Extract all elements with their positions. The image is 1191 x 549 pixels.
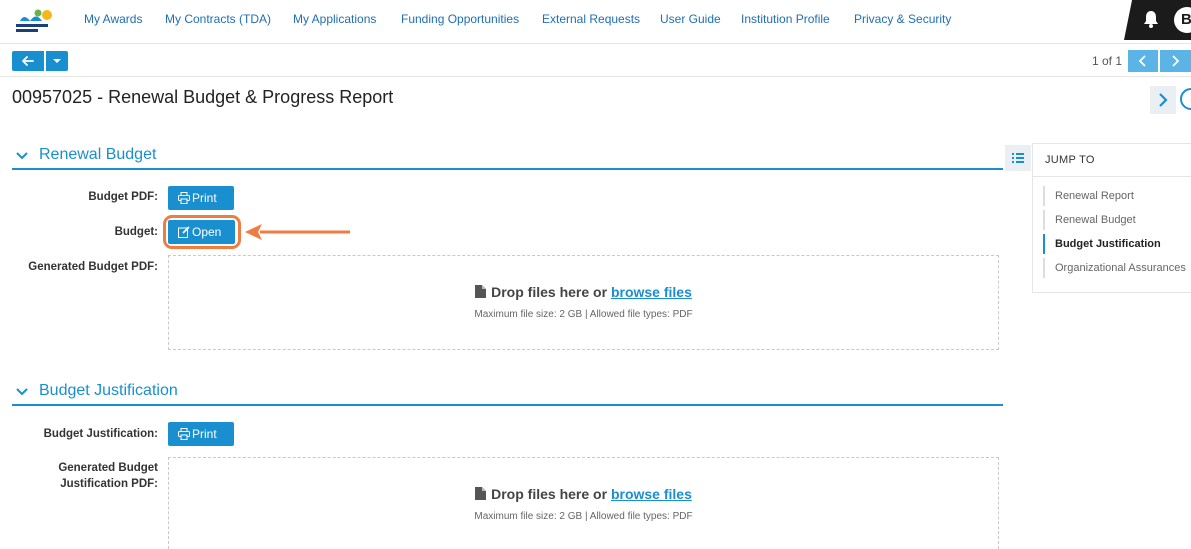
nav-funding-opportunities[interactable]: Funding Opportunities (401, 12, 519, 26)
chevron-left-icon (1138, 55, 1146, 67)
print-label: Print (192, 427, 217, 441)
back-dropdown-button[interactable] (46, 51, 68, 71)
annotation-arrow-icon (245, 224, 350, 240)
section-header-renewal-budget[interactable]: Renewal Budget (12, 142, 1003, 170)
drop-text: Drop files here or (491, 284, 611, 300)
nav-user-guide[interactable]: User Guide (660, 12, 721, 26)
jump-indicator (1043, 186, 1045, 206)
nav-external-requests[interactable]: External Requests (542, 12, 640, 26)
next-record-button[interactable] (1160, 50, 1191, 72)
justification-pdf-dropzone[interactable]: Drop files here or browse files Maximum … (168, 457, 999, 549)
previous-record-button[interactable] (1128, 50, 1158, 72)
generated-budget-pdf-label: Generated Budget PDF: (28, 261, 158, 273)
budget-pdf-dropzone[interactable]: Drop files here or browse files Maximum … (168, 255, 999, 350)
section-title: Budget Justification (39, 382, 178, 399)
print-budget-button[interactable]: Print (168, 186, 234, 210)
top-navigation: My Awards My Contracts (TDA) My Applicat… (0, 0, 1191, 42)
generated-justification-label-line1: Generated Budget (58, 462, 158, 474)
dropzone-text: Drop files here or browse files (169, 486, 998, 502)
page-title: 00957025 - Renewal Budget & Progress Rep… (12, 87, 394, 107)
chevron-down-icon (16, 152, 28, 160)
record-toolbar: 1 of 1 (0, 43, 1191, 77)
bell-icon[interactable] (1143, 10, 1159, 28)
browse-files-link[interactable]: browse files (611, 284, 692, 300)
budget-label: Budget: (114, 226, 158, 238)
jump-indicator (1043, 258, 1045, 278)
jump-item-budget-justification[interactable]: Budget Justification (1055, 238, 1161, 250)
jump-indicator (1043, 210, 1045, 230)
chevron-down-icon (16, 388, 28, 396)
highlight-outline (163, 215, 241, 249)
jump-to-title: JUMP TO (1045, 154, 1095, 166)
jump-to-panel: JUMP TO Renewal Report Renewal Budget Bu… (1032, 143, 1191, 293)
nav-my-awards[interactable]: My Awards (84, 12, 142, 26)
collapse-panel-button[interactable] (1150, 86, 1176, 114)
nav-institution-profile[interactable]: Institution Profile (741, 12, 830, 26)
browse-files-link[interactable]: browse files (611, 486, 692, 502)
pager-text: 1 of 1 (1092, 54, 1123, 68)
toggle-jump-panel-button[interactable] (1005, 145, 1031, 171)
generated-justification-label-line2: Justification PDF: (60, 478, 158, 490)
jump-item-renewal-budget[interactable]: Renewal Budget (1055, 214, 1136, 226)
jump-item-renewal-report[interactable]: Renewal Report (1055, 190, 1134, 202)
jump-item-organizational-assurances[interactable]: Organizational Assurances (1055, 262, 1186, 274)
print-label: Print (192, 191, 217, 205)
budget-pdf-label: Budget PDF: (88, 191, 158, 203)
foundation-logo[interactable] (14, 7, 70, 35)
nav-my-contracts[interactable]: My Contracts (TDA) (165, 12, 271, 26)
file-icon (475, 487, 487, 500)
printer-icon (178, 428, 190, 440)
file-limits: Maximum file size: 2 GB | Allowed file t… (474, 511, 693, 522)
caret-down-icon (53, 59, 61, 63)
back-button[interactable] (12, 51, 44, 71)
print-justification-button[interactable]: Print (168, 422, 234, 446)
jump-indicator-active (1043, 234, 1045, 254)
section-header-budget-justification[interactable]: Budget Justification (12, 378, 1003, 406)
section-title: Renewal Budget (39, 146, 157, 163)
budget-justification-label: Budget Justification: (43, 428, 158, 440)
divider (1033, 176, 1191, 177)
generated-justification-label: Generated Budget Justification PDF: (20, 460, 158, 492)
file-limits: Maximum file size: 2 GB | Allowed file t… (474, 309, 693, 320)
dropzone-text: Drop files here or browse files (169, 284, 998, 300)
drop-text: Drop files here or (491, 486, 611, 502)
help-icon[interactable] (1180, 88, 1191, 110)
printer-icon (178, 192, 190, 204)
file-icon (475, 285, 487, 298)
nav-my-applications[interactable]: My Applications (293, 12, 376, 26)
chevron-right-icon (1172, 55, 1180, 67)
nav-privacy-security[interactable]: Privacy & Security (854, 12, 951, 26)
chevron-right-icon (1159, 93, 1168, 107)
arrow-left-icon (22, 56, 34, 66)
list-icon (1012, 153, 1024, 163)
